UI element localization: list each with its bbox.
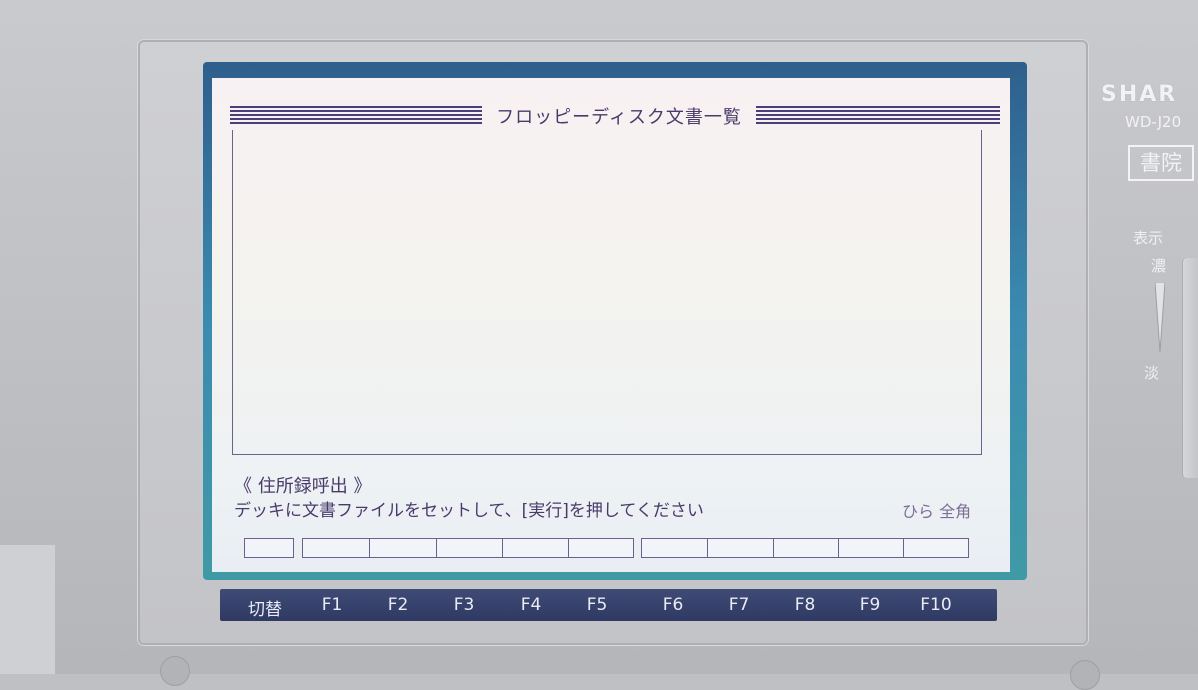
fkey-slot-f10[interactable] [903,538,969,558]
key-f6[interactable]: F6 [643,595,703,615]
key-f3[interactable]: F3 [434,595,494,615]
key-f1[interactable]: F1 [302,595,362,615]
key-f5[interactable]: F5 [567,595,627,615]
screw-left [160,656,190,686]
function-key-bar: 切替 F1 F2 F3 F4 F5 F6 F7 F8 F9 F10 [220,589,997,621]
contrast-light-label: 淡 [1144,364,1160,382]
fkey-slot-f4[interactable] [502,538,569,558]
mode-label: 《 住所録呼出 》 [234,476,372,497]
key-f4[interactable]: F4 [501,595,561,615]
contrast-slider[interactable] [1155,282,1165,352]
key-f8[interactable]: F8 [775,595,835,615]
fkey-slot-f5[interactable] [568,538,634,558]
title-stripes-right [756,106,1000,124]
key-f7[interactable]: F7 [709,595,769,615]
model-label: WD-J20 [1125,113,1182,131]
display-label: 表示 [1133,229,1164,247]
instruction-message: デッキに文書ファイルをセットして、[実行]を押してください [234,501,704,521]
key-f9[interactable]: F9 [840,595,900,615]
key-f10[interactable]: F10 [906,595,966,615]
left-edge [0,545,55,674]
screw-right [1070,660,1100,690]
fkey-slot-f2[interactable] [369,538,437,558]
fkey-slot-f3[interactable] [436,538,503,558]
title-bar: フロッピーディスク文書一覧 [230,104,1000,130]
function-key-slots [212,538,1010,558]
brand-logo: SHAR [1101,82,1178,107]
window-title: フロッピーディスク文書一覧 [496,107,742,128]
lcd-screen: フロッピーディスク文書一覧 《 住所録呼出 》 デッキに文書ファイルをセットして… [212,78,1010,572]
document-list-area[interactable] [232,130,982,455]
series-logo: 書院 [1128,145,1194,181]
fkey-slot-f9[interactable] [838,538,904,558]
fkey-slot-f6[interactable] [641,538,708,558]
side-slot [1182,258,1198,478]
key-switch[interactable]: 切替 [235,595,295,620]
contrast-dark-label: 濃 [1151,257,1167,275]
key-f2[interactable]: F2 [368,595,428,615]
fkey-slot-f7[interactable] [707,538,774,558]
fkey-slot-f8[interactable] [773,538,839,558]
title-stripes-left [230,106,482,124]
fkey-slot-switch[interactable] [244,538,294,558]
fkey-slot-f1[interactable] [302,538,370,558]
input-mode-status: ひら 全角 [902,502,972,521]
